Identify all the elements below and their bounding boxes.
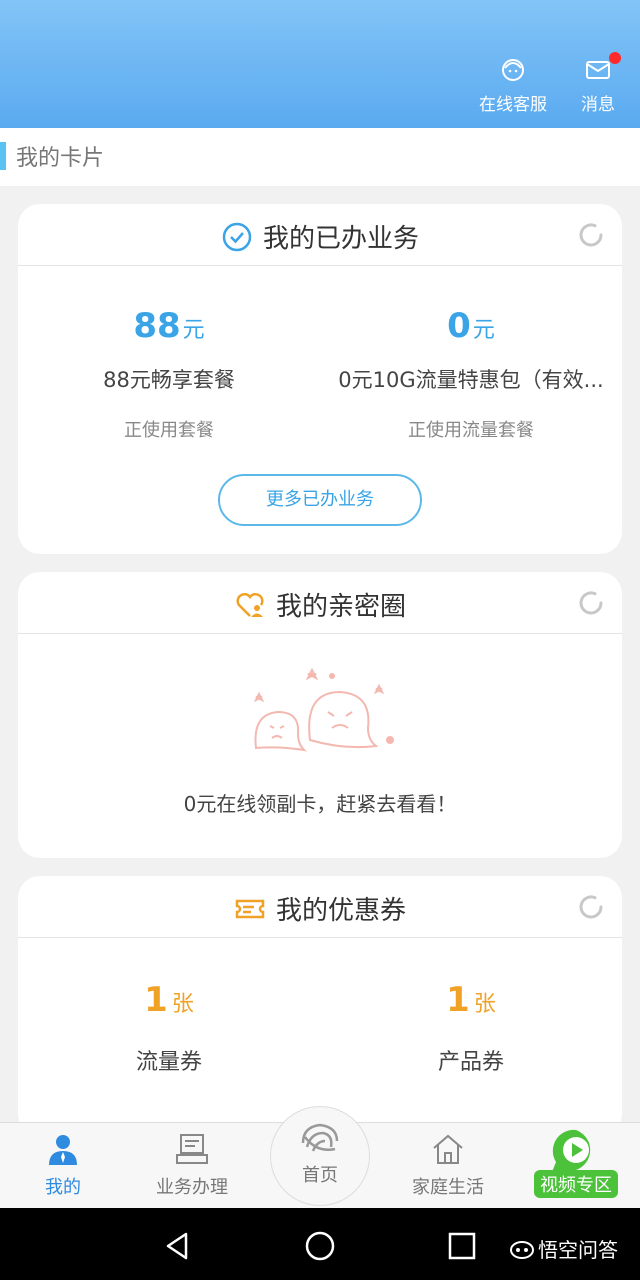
tab-mine-label: 我的 (45, 1177, 81, 1198)
family-empty-message[interactable]: 0元在线领副卡，赶紧去看看！ (18, 788, 622, 817)
plan-amount: 88元 (133, 306, 205, 346)
product-coupon-count: 1张 (446, 980, 496, 1020)
video-play-icon (552, 1129, 591, 1172)
business-panel-header: 我的已办业务 (18, 204, 622, 266)
section-accent-bar (0, 142, 6, 170)
heart-user-icon (236, 592, 264, 617)
tab-video-label: 视频专区 (534, 1170, 618, 1198)
home-circle-icon[interactable] (304, 1230, 336, 1262)
my-card-title: 我的卡片 (16, 146, 105, 171)
family-panel-header: 我的亲密圈 (18, 572, 622, 634)
data-pack-status: 正使用流量套餐 (408, 420, 534, 441)
refresh-icon[interactable] (576, 892, 606, 922)
recent-apps-icon[interactable] (446, 1230, 478, 1262)
tab-home-label: 首页 (302, 1165, 338, 1186)
business-title-text: 我的已办业务 (262, 224, 419, 254)
plan-name: 88元畅享套餐 (103, 368, 235, 392)
product-coupon-name: 产品券 (437, 1050, 504, 1075)
refresh-icon[interactable] (576, 588, 606, 618)
tab-mine[interactable]: 我的 (30, 1131, 96, 1199)
china-mobile-logo-icon (301, 1123, 339, 1152)
sad-ghosts-illustration (253, 667, 394, 752)
watermark-text: 悟空问答 (538, 1238, 618, 1262)
tab-family-label: 家庭生活 (412, 1177, 484, 1198)
my-card-section[interactable]: 我的卡片 (0, 128, 640, 186)
data-pack-name: 0元10G流量特惠包（有效... (338, 368, 604, 392)
coupons-panel-title: 我的优惠券 (18, 890, 622, 927)
family-panel-title: 我的亲密圈 (18, 586, 622, 623)
customer-service-icon (502, 59, 524, 81)
data-pack-item[interactable]: 0元 0元10G流量特惠包（有效... 正使用流量套餐 (320, 306, 622, 442)
data-coupon-name: 流量券 (135, 1050, 202, 1075)
service-desk-icon (176, 1134, 208, 1164)
data-coupon-count: 1张 (144, 980, 194, 1020)
tab-home[interactable]: 首页 (270, 1106, 370, 1206)
tab-business-label: 业务办理 (156, 1177, 228, 1198)
tab-video-zone[interactable]: 视频专区 (530, 1128, 622, 1200)
more-business-button[interactable]: 更多已办业务 (218, 474, 422, 526)
system-nav-bar: 悟空问答 (0, 1208, 640, 1280)
refresh-icon[interactable] (576, 220, 606, 250)
user-icon (49, 1135, 77, 1165)
messages-label: 消息 (581, 95, 615, 115)
business-panel: 我的已办业务 88元 88元畅享套餐 正使用套餐 0元 0元10G流量特惠包（有… (18, 204, 622, 554)
online-service-label: 在线客服 (479, 95, 547, 115)
ticket-icon (235, 899, 265, 919)
online-service-button[interactable]: 在线客服 (474, 56, 552, 115)
envelope-icon (586, 61, 610, 79)
watermark: 悟空问答 (510, 1234, 618, 1263)
top-header: 在线客服 消息 (0, 0, 640, 128)
tab-business[interactable]: 业务办理 (150, 1131, 234, 1199)
business-panel-title: 我的已办业务 (18, 218, 622, 255)
tab-family-life[interactable]: 家庭生活 (405, 1131, 491, 1199)
screen: 在线客服 消息 我的卡片 我的已办业务 88元 88元畅享套餐 正使用套餐 0元… (0, 0, 640, 1280)
family-circle-panel: 我的亲密圈 0元在线领副卡，赶紧去看看！ (18, 572, 622, 858)
messages-button[interactable]: 消息 (572, 56, 624, 115)
house-icon (433, 1134, 463, 1164)
product-coupon-item[interactable]: 1张 产品券 (320, 980, 622, 1076)
data-pack-amount: 0元 (447, 306, 495, 346)
check-circle-icon (222, 222, 252, 252)
coupons-panel: 我的优惠券 1张 流量券 1张 产品券 (18, 876, 622, 1136)
data-coupon-item[interactable]: 1张 流量券 (18, 980, 320, 1076)
back-icon[interactable] (162, 1230, 194, 1262)
plan-status: 正使用套餐 (124, 420, 214, 441)
plan-item[interactable]: 88元 88元畅享套餐 正使用套餐 (18, 306, 320, 442)
unread-badge (609, 52, 621, 64)
wukong-logo-icon (510, 1241, 534, 1259)
coupons-title-text: 我的优惠券 (275, 896, 406, 926)
family-title-text: 我的亲密圈 (275, 592, 406, 622)
coupons-panel-header: 我的优惠券 (18, 876, 622, 938)
